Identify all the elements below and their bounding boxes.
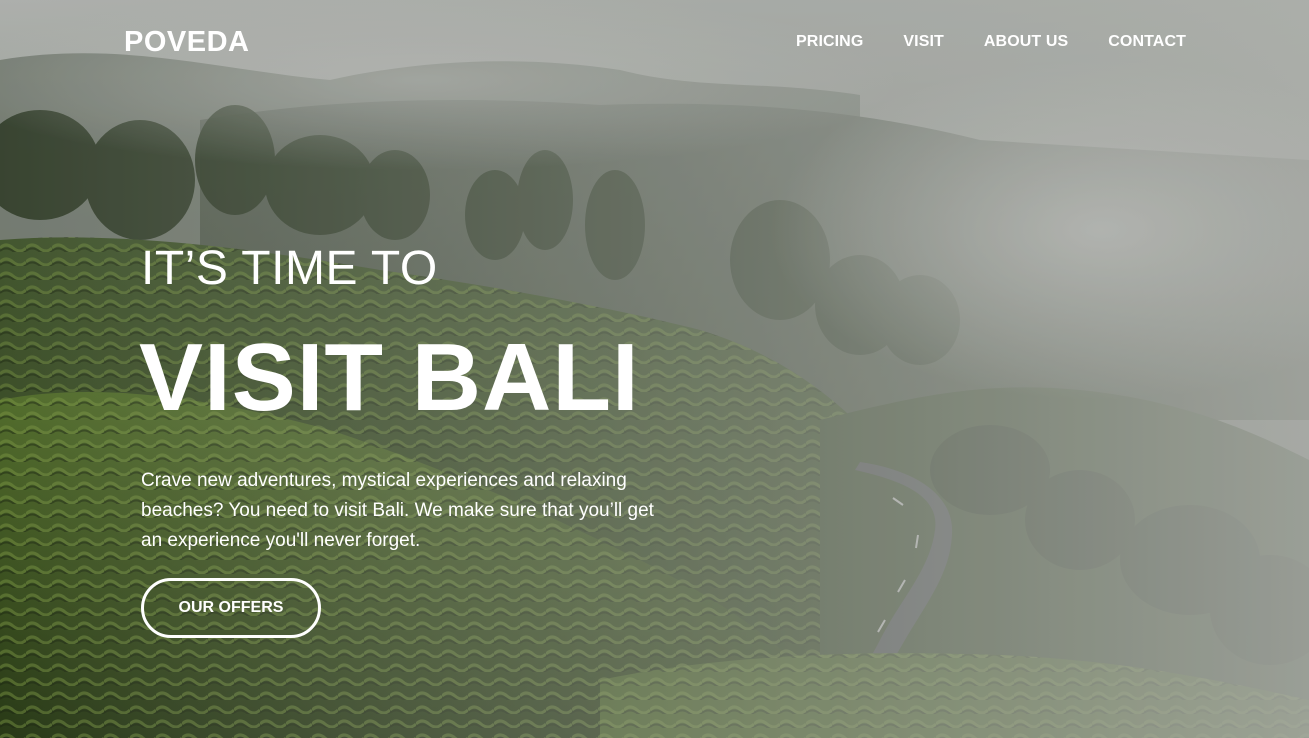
- top-navigation: POVEDA PRICING VISIT ABOUT US CONTACT: [0, 0, 1309, 84]
- hero-description: Crave new adventures, mystical experienc…: [141, 470, 654, 551]
- brand-logo[interactable]: POVEDA: [124, 26, 249, 58]
- nav-item-about-us: ABOUT US: [984, 32, 1068, 52]
- nav-item-visit: VISIT: [903, 32, 944, 52]
- our-offers-button[interactable]: OUR OFFERS: [141, 578, 321, 638]
- hero-headline: VISIT BALI: [139, 324, 640, 431]
- nav-item-pricing: PRICING: [796, 32, 863, 52]
- nav-link-about-us[interactable]: ABOUT US: [984, 33, 1068, 50]
- nav-link-visit[interactable]: VISIT: [903, 33, 944, 50]
- nav-link-pricing[interactable]: PRICING: [796, 33, 863, 50]
- hero-section: IT’S TIME TO VISIT BALI Crave new advent…: [139, 240, 681, 638]
- nav-link-contact[interactable]: CONTACT: [1108, 33, 1186, 50]
- hero-kicker: IT’S TIME TO: [141, 242, 438, 295]
- nav-item-contact: CONTACT: [1108, 32, 1186, 52]
- nav-menu: PRICING VISIT ABOUT US CONTACT: [796, 32, 1186, 52]
